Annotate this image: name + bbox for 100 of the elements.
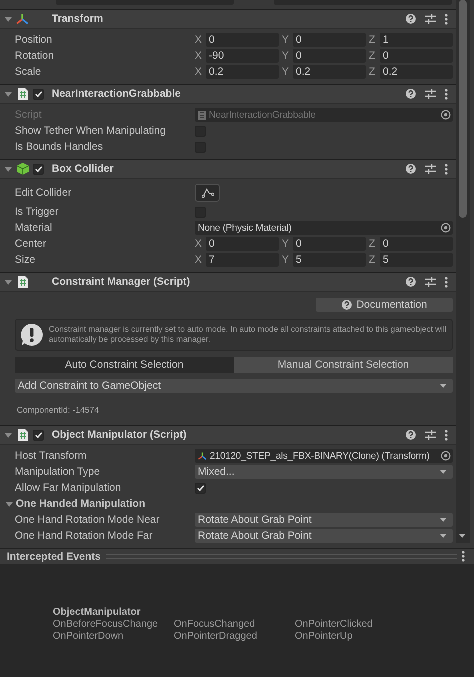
help-icon[interactable] xyxy=(342,300,352,310)
foldout-arrow-icon[interactable] xyxy=(5,16,12,22)
script-file-icon xyxy=(198,110,206,120)
field-label: One Hand Rotation Mode Far xyxy=(15,530,154,542)
sliders-icon[interactable] xyxy=(425,164,436,174)
class-name: ObjectManipulator xyxy=(53,607,142,619)
number-field[interactable]: 0 xyxy=(293,33,366,47)
toolbar-tab[interactable]: Manual Constraint Selection xyxy=(234,357,453,373)
toolbar-tab[interactable]: Auto Constraint Selection xyxy=(15,357,234,373)
object-field[interactable]: 210120_STEP_als_FBX-BINARY(Clone) (Transform) xyxy=(195,449,453,463)
script-file-icon xyxy=(18,88,28,100)
menu-icon[interactable] xyxy=(445,88,448,100)
checkbox[interactable] xyxy=(195,482,206,494)
help-text: Constraint manager is currently set to auto mode. In auto mode all constraints attached to this gameobject will automatically be processed by this manager. xyxy=(49,325,448,345)
dropdown[interactable]: Add Constraint to GameObject xyxy=(15,379,453,393)
foldout-arrow-icon[interactable] xyxy=(5,278,12,286)
number-field[interactable]: -90 xyxy=(206,49,279,63)
menu-icon[interactable] xyxy=(445,276,448,288)
field-label: Script xyxy=(15,109,43,121)
foldout-arrow-icon[interactable] xyxy=(5,90,12,98)
field-label: Material xyxy=(15,222,54,234)
axis-label: Y xyxy=(282,66,290,78)
number-field[interactable]: 5 xyxy=(380,253,453,267)
axis-label: Z xyxy=(369,66,376,78)
field-label: Manipulation Type xyxy=(15,466,102,478)
caret-icon xyxy=(440,534,447,538)
field-label: Show Tether When Manipulating xyxy=(15,125,167,137)
checkbox[interactable] xyxy=(33,430,44,440)
foldout-arrow-icon[interactable] xyxy=(5,166,12,172)
event-name: OnPointerClicked xyxy=(295,619,374,631)
number-field[interactable]: 0 xyxy=(293,237,366,251)
axis-label: X xyxy=(195,66,204,78)
number-field[interactable]: 7 xyxy=(206,253,279,267)
documentation-button[interactable]: Documentation xyxy=(316,298,453,312)
axis-label: Z xyxy=(369,254,376,266)
axis-label: X xyxy=(195,50,204,62)
foldout-label[interactable]: One Handed Manipulation xyxy=(16,498,196,510)
number-field[interactable]: 0.2 xyxy=(380,65,453,79)
dropdown[interactable]: Rotate About Grab Point xyxy=(195,513,453,527)
scrollbar-thumb[interactable] xyxy=(459,0,467,218)
sliders-icon[interactable] xyxy=(425,277,436,287)
dropdown[interactable]: Mixed... xyxy=(195,465,453,479)
caret-icon xyxy=(440,384,447,388)
number-field[interactable]: 0 xyxy=(380,237,453,251)
object-field[interactable]: None (Physic Material) xyxy=(195,221,453,235)
caret-icon xyxy=(440,518,447,522)
dropdown[interactable]: Rotate About Grab Point xyxy=(195,529,453,543)
help-icon[interactable] xyxy=(406,277,416,287)
menu-icon[interactable] xyxy=(445,14,448,24)
sliders-icon[interactable] xyxy=(425,430,436,440)
checkbox[interactable] xyxy=(33,88,44,100)
sliders-icon[interactable] xyxy=(425,89,436,99)
object-picker-icon[interactable] xyxy=(441,223,451,233)
number-field[interactable]: 0.2 xyxy=(293,65,366,79)
axis-label: Y xyxy=(282,254,290,266)
axis-label: Z xyxy=(369,34,376,46)
caret-icon xyxy=(440,470,447,474)
help-icon[interactable] xyxy=(406,430,416,440)
help-icon[interactable] xyxy=(406,164,416,174)
axis-label: X xyxy=(195,254,204,266)
foldout-arrow-icon[interactable] xyxy=(5,432,12,438)
edit-collider-button[interactable] xyxy=(195,184,220,202)
number-field[interactable]: 5 xyxy=(293,253,366,267)
field-label: Center xyxy=(15,238,48,250)
field-label: Is Trigger xyxy=(15,206,60,218)
field-label: Scale xyxy=(15,66,42,78)
axis-label: Y xyxy=(282,238,290,250)
help-icon[interactable] xyxy=(406,89,416,99)
number-field[interactable]: 0 xyxy=(206,33,279,47)
object-picker-icon[interactable] xyxy=(441,451,451,461)
component-title: Constraint Manager (Script) xyxy=(52,276,192,288)
component-id-text: ComponentId: -14574 xyxy=(16,404,100,417)
axes-icon xyxy=(16,12,29,26)
help-icon[interactable] xyxy=(406,14,416,24)
event-name: OnFocusChanged xyxy=(174,619,256,631)
section-title: Intercepted Events xyxy=(7,550,101,562)
number-field[interactable]: 0 xyxy=(206,237,279,251)
field-label: Size xyxy=(15,254,36,266)
menu-icon[interactable] xyxy=(445,430,448,440)
menu-icon[interactable] xyxy=(462,551,465,562)
event-name: OnPointerDown xyxy=(53,631,125,643)
event-name: OnPointerUp xyxy=(295,631,354,643)
menu-icon[interactable] xyxy=(445,164,448,174)
field-label: Rotation xyxy=(15,50,56,62)
script-file-icon xyxy=(18,429,28,441)
warning-icon xyxy=(20,323,44,347)
field-label: Is Bounds Handles xyxy=(15,141,104,153)
number-field[interactable]: 0 xyxy=(293,49,366,63)
script-file-icon xyxy=(18,276,28,288)
number-field[interactable]: 0.2 xyxy=(206,65,279,79)
number-field[interactable]: 0 xyxy=(380,49,453,63)
axis-label: X xyxy=(195,238,204,250)
foldout-arrow-icon[interactable] xyxy=(6,500,13,508)
number-field[interactable]: 1 xyxy=(380,33,453,47)
checkbox[interactable] xyxy=(33,164,44,174)
sliders-icon[interactable] xyxy=(425,14,436,24)
scroll-down-icon[interactable] xyxy=(459,534,466,539)
component-title: Object Manipulator (Script) xyxy=(52,429,188,441)
field-label: Allow Far Manipulation xyxy=(15,482,122,494)
axis-label: Z xyxy=(369,50,376,62)
